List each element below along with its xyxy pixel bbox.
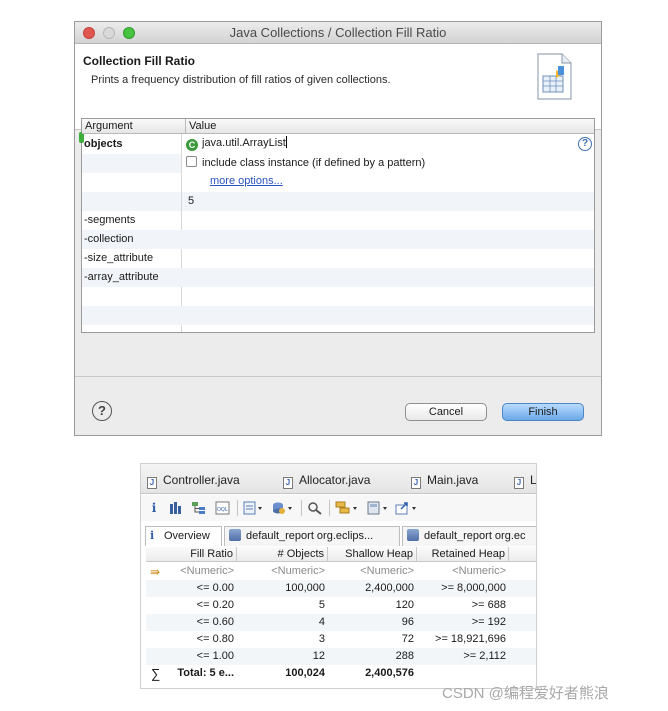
column-header-fill-ratio[interactable]: Fill Ratio xyxy=(146,547,237,562)
heap-analysis-panel: J Controller.java J Allocator.java J Main.j… xyxy=(140,463,537,689)
watermark: CSDN @编程爱好者熊浪 xyxy=(442,685,609,702)
dialog-title: Collection Fill Ratio xyxy=(83,54,196,68)
report-icon xyxy=(407,529,419,541)
objects-value: java.util.ArrayList xyxy=(202,137,286,149)
column-header-filler xyxy=(509,547,536,562)
table-row[interactable]: <= 1.00 12 288 >= 2,112 xyxy=(146,648,536,665)
collection-fill-ratio-dialog: Java Collections / Collection Fill Ratio… xyxy=(74,21,602,436)
class-icon: C xyxy=(186,139,198,151)
java-file-icon: J xyxy=(283,477,293,489)
report-icon xyxy=(229,529,241,541)
include-class-instance-label: include class instance (if defined by a … xyxy=(202,157,426,169)
cancel-button[interactable]: Cancel xyxy=(405,403,487,421)
argument-row xyxy=(82,306,594,325)
help-icon[interactable]: ? xyxy=(578,137,592,151)
tab-main-java[interactable]: J Main.java xyxy=(411,473,478,489)
text-caret xyxy=(285,136,287,148)
include-class-instance-checkbox[interactable]: include class instance (if defined by a … xyxy=(186,156,425,169)
tab-controller-java[interactable]: J Controller.java xyxy=(147,473,240,489)
checkbox-box[interactable] xyxy=(186,156,197,167)
toolbar-separator xyxy=(237,500,238,516)
argument-row[interactable]: -collection xyxy=(82,230,594,249)
result-tabs: i Overview default_report org.eclips... d… xyxy=(145,526,536,546)
info-icon[interactable]: i xyxy=(149,501,159,515)
table-row[interactable]: <= 0.80 3 72 >= 18,921,696 xyxy=(146,631,536,648)
argument-label: objects xyxy=(84,138,123,150)
close-window-button[interactable] xyxy=(83,27,95,39)
editor-tab-strip: J Controller.java J Allocator.java J Main.j… xyxy=(141,464,536,494)
dominator-tree-icon[interactable] xyxy=(191,501,207,515)
oql-icon[interactable]: OQL xyxy=(215,501,231,515)
tab-default-report-1[interactable]: default_report org.eclips... xyxy=(224,526,400,546)
argument-row xyxy=(82,287,594,306)
dialog-description: Prints a frequency distribution of fill … xyxy=(91,74,391,86)
tab-truncated[interactable]: JL xyxy=(514,473,536,489)
table-row[interactable]: <= 0.20 5 120 >= 688 xyxy=(146,597,536,614)
arguments-table-header: Argument Value xyxy=(82,119,594,134)
argument-row[interactable]: -size_attribute xyxy=(82,249,594,268)
value-column-header: Value xyxy=(185,119,216,134)
table-row[interactable]: <= 0.00 100,000 2,400,000 >= 8,000,000 xyxy=(146,580,536,597)
window-title: Java Collections / Collection Fill Ratio xyxy=(229,25,447,40)
argument-label: -array_attribute xyxy=(84,271,159,283)
argument-label: -size_attribute xyxy=(84,252,154,264)
toolbar-separator xyxy=(301,500,302,516)
more-options-link[interactable]: more options... xyxy=(210,175,283,187)
minimize-window-button[interactable] xyxy=(103,27,115,39)
argument-row[interactable]: objects xyxy=(82,135,594,154)
group-by-dropdown-icon[interactable] xyxy=(335,501,361,515)
calculator-dropdown-icon[interactable] xyxy=(367,501,391,515)
search-icon[interactable] xyxy=(307,501,323,515)
argument-row xyxy=(82,192,181,211)
java-file-icon: J xyxy=(411,477,421,489)
heap-dump-dropdown-icon[interactable] xyxy=(271,501,295,515)
histogram-icon[interactable] xyxy=(169,501,183,515)
argument-label: -collection xyxy=(84,233,134,245)
help-button[interactable]: ? xyxy=(92,401,112,421)
table-row[interactable]: <= 0.60 4 96 >= 192 xyxy=(146,614,536,631)
value-row[interactable] xyxy=(182,192,594,211)
argument-row[interactable]: -segments xyxy=(82,211,594,230)
argument-label: -segments xyxy=(84,214,136,226)
dialog-titlebar: Java Collections / Collection Fill Ratio xyxy=(75,22,601,44)
java-file-icon: J xyxy=(514,477,524,489)
java-file-icon: J xyxy=(147,477,157,489)
argument-row xyxy=(82,173,594,192)
column-header-retained-heap[interactable]: Retained Heap xyxy=(417,547,509,562)
info-icon: i xyxy=(150,529,155,542)
svg-text:OQL: OQL xyxy=(217,507,228,513)
tab-default-report-2[interactable]: default_report org.ec xyxy=(402,526,536,546)
total-row[interactable]: ∑ Total: 5 e... 100,024 2,400,576 xyxy=(146,665,536,682)
segments-value[interactable]: 5 xyxy=(188,195,194,207)
filter-row[interactable]: ⇛ <Numeric> <Numeric> <Numeric> <Numeric… xyxy=(146,563,536,580)
argument-row xyxy=(82,154,181,173)
maximize-window-button[interactable] xyxy=(123,27,135,39)
column-header-objects[interactable]: # Objects xyxy=(237,547,328,562)
tab-allocator-java[interactable]: J Allocator.java xyxy=(283,473,370,489)
argument-column-header: Argument xyxy=(85,120,133,132)
export-dropdown-icon[interactable] xyxy=(395,501,421,515)
argument-row[interactable]: -array_attribute xyxy=(82,268,594,287)
analysis-toolbar: i OQL xyxy=(141,495,536,521)
toolbar-separator xyxy=(329,500,330,516)
tab-overview[interactable]: i Overview xyxy=(145,526,222,546)
arguments-table: Argument Value objects -segments -collec… xyxy=(79,118,595,333)
column-header-shallow-heap[interactable]: Shallow Heap xyxy=(328,547,417,562)
footer-separator xyxy=(75,376,601,377)
wizard-document-icon xyxy=(537,53,572,100)
finish-button[interactable]: Finish xyxy=(502,403,584,421)
objects-value-field[interactable]: Cjava.util.ArrayList xyxy=(186,136,287,154)
thread-overview-dropdown-icon[interactable] xyxy=(243,501,265,515)
